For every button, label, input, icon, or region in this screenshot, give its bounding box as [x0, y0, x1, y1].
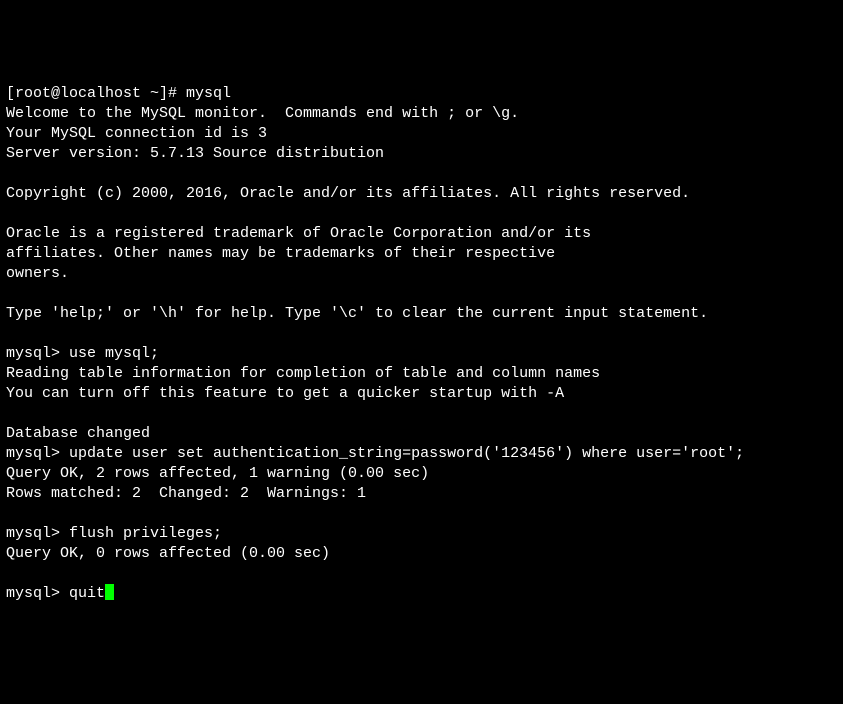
mysql-prompt-line: mysql> update user set authentication_st… — [6, 445, 744, 462]
terminal-output[interactable]: [root@localhost ~]# mysql Welcome to the… — [6, 84, 837, 604]
terminal-line: Database changed — [6, 425, 150, 442]
mysql-prompt-line: mysql> quit — [6, 585, 105, 602]
terminal-line: Reading table information for completion… — [6, 365, 600, 382]
terminal-line: Welcome to the MySQL monitor. Commands e… — [6, 105, 519, 122]
shell-prompt-line: [root@localhost ~]# mysql — [6, 85, 231, 102]
terminal-line: Server version: 5.7.13 Source distributi… — [6, 145, 384, 162]
cursor-icon — [105, 584, 114, 600]
mysql-prompt-line: mysql> flush privileges; — [6, 525, 222, 542]
terminal-line: Rows matched: 2 Changed: 2 Warnings: 1 — [6, 485, 366, 502]
terminal-line: affiliates. Other names may be trademark… — [6, 245, 555, 262]
terminal-line: Oracle is a registered trademark of Orac… — [6, 225, 591, 242]
terminal-line: owners. — [6, 265, 69, 282]
terminal-line: Type 'help;' or '\h' for help. Type '\c'… — [6, 305, 708, 322]
terminal-line: Query OK, 0 rows affected (0.00 sec) — [6, 545, 330, 562]
terminal-line: Your MySQL connection id is 3 — [6, 125, 267, 142]
mysql-prompt-line: mysql> use mysql; — [6, 345, 159, 362]
terminal-line: Copyright (c) 2000, 2016, Oracle and/or … — [6, 185, 690, 202]
terminal-line: You can turn off this feature to get a q… — [6, 385, 564, 402]
terminal-line: Query OK, 2 rows affected, 1 warning (0.… — [6, 465, 429, 482]
